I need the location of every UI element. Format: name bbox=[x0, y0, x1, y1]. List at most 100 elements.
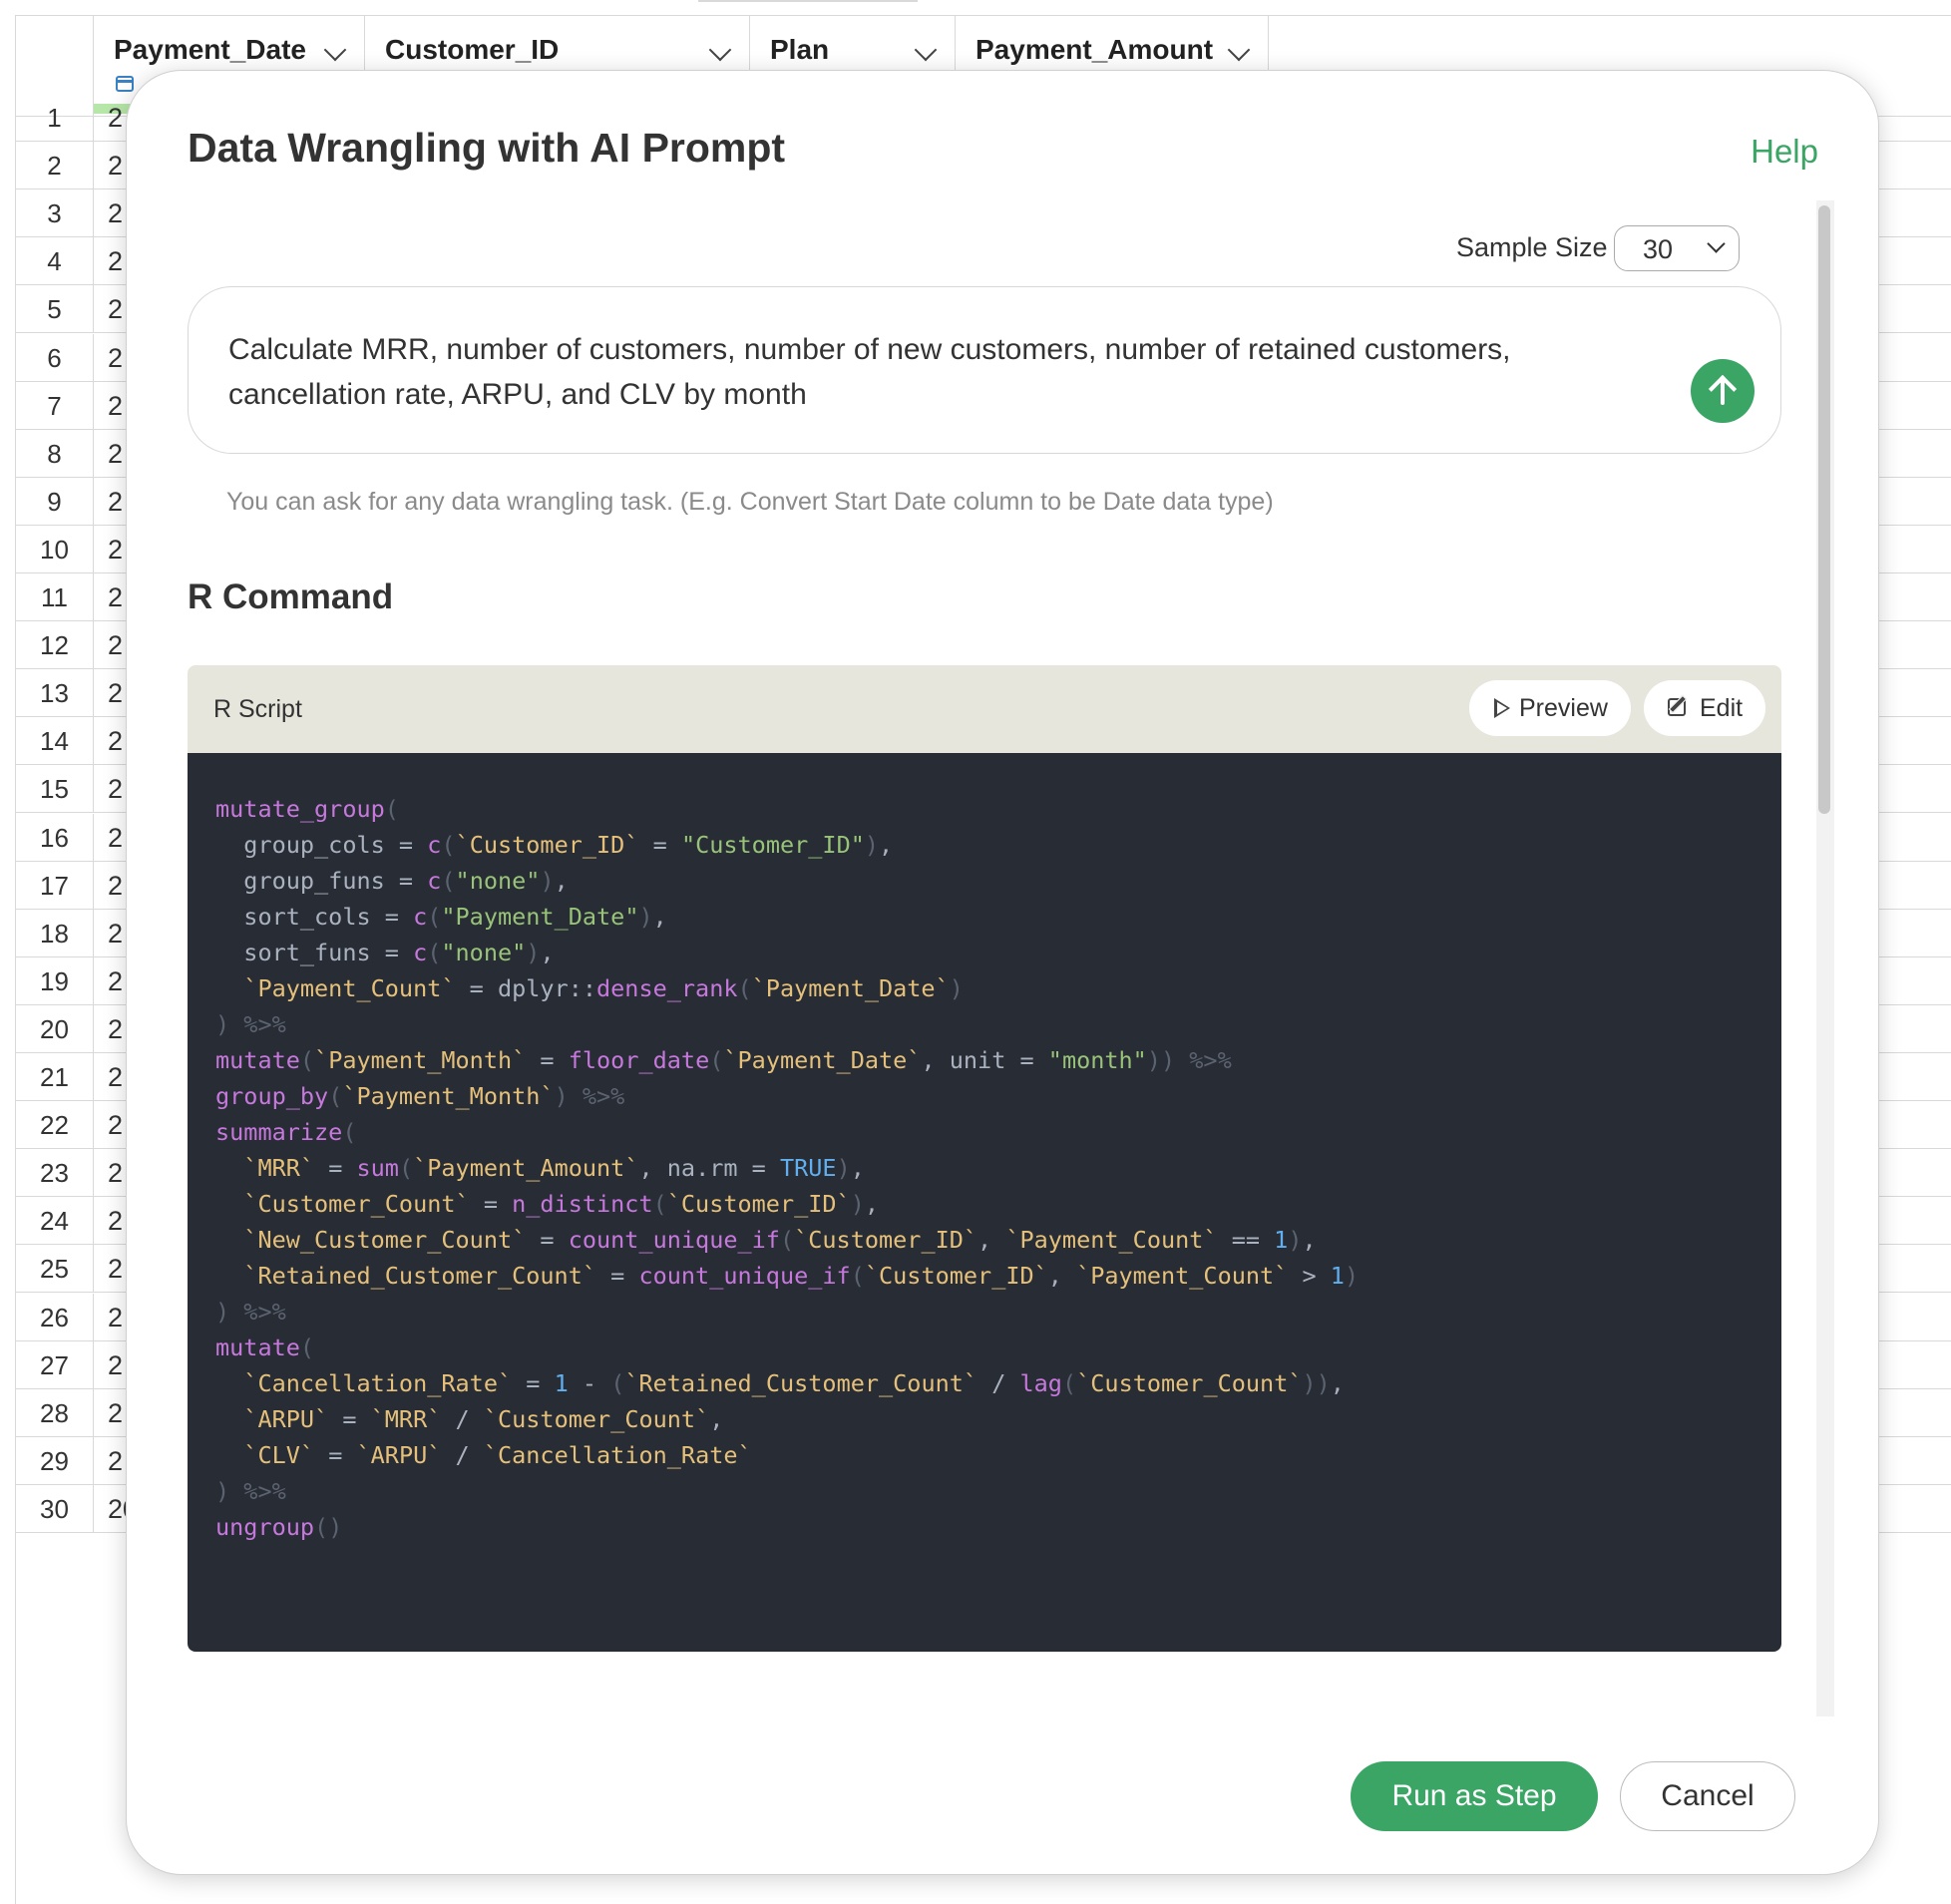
cell-payment-date: 2 bbox=[108, 774, 124, 805]
code-token: , unit = bbox=[921, 1046, 1048, 1074]
code-token: ) %>% bbox=[215, 1010, 286, 1038]
code-token: sort_cols = bbox=[215, 903, 414, 931]
code-token: = bbox=[469, 1190, 513, 1218]
code-token: ( bbox=[850, 1262, 865, 1290]
cell-payment-date: 2 bbox=[108, 870, 124, 901]
code-token: "Payment_Date" bbox=[441, 903, 639, 931]
cancel-button[interactable]: Cancel bbox=[1620, 1761, 1795, 1831]
code-token: ( bbox=[1061, 1369, 1077, 1397]
code-token: = bbox=[526, 1226, 569, 1254]
code-token: = bbox=[512, 1369, 555, 1397]
code-token: c bbox=[413, 903, 428, 931]
send-button[interactable] bbox=[1691, 359, 1755, 423]
run-as-step-button[interactable]: Run as Step bbox=[1351, 1761, 1598, 1831]
cell-payment-date: 2 bbox=[108, 486, 124, 517]
edit-button[interactable]: Edit bbox=[1644, 680, 1765, 736]
code-token: summarize bbox=[215, 1118, 343, 1146]
code-token: , na.rm = bbox=[638, 1154, 780, 1182]
code-token: %>% bbox=[1175, 1046, 1232, 1074]
code-token: - bbox=[568, 1369, 611, 1397]
code-token: group_funs = bbox=[215, 867, 428, 895]
cell-payment-date: 2 bbox=[108, 246, 124, 277]
code-token: ) bbox=[850, 1190, 865, 1218]
row-number: 22 bbox=[16, 1101, 94, 1150]
cell-payment-date: 2 bbox=[108, 965, 124, 996]
code-token: = dplyr:: bbox=[455, 974, 597, 1002]
code-token: )) bbox=[1146, 1046, 1176, 1074]
row-number: 17 bbox=[16, 861, 94, 910]
sample-size-select[interactable]: 30 bbox=[1614, 225, 1740, 271]
r-script-code[interactable]: mutate_group( group_cols = c(`Customer_I… bbox=[215, 791, 1359, 1545]
row-number: 12 bbox=[16, 621, 94, 670]
code-token: `New_Customer_Count` bbox=[243, 1226, 527, 1254]
chevron-down-icon[interactable] bbox=[1227, 38, 1251, 62]
code-token: / bbox=[441, 1405, 484, 1433]
code-token: , bbox=[864, 1190, 880, 1218]
row-number: 3 bbox=[16, 190, 94, 238]
edit-icon bbox=[1668, 698, 1686, 716]
code-token: ( bbox=[299, 1333, 315, 1361]
cell-payment-date: 2 bbox=[108, 1013, 124, 1044]
code-token: `MRR` bbox=[370, 1405, 442, 1433]
prompt-input[interactable]: Calculate MRR, number of customers, numb… bbox=[188, 286, 1781, 454]
column-name: Plan bbox=[770, 34, 830, 65]
code-token: `Payment_Month` bbox=[314, 1046, 527, 1074]
row-number: 1 bbox=[16, 94, 94, 143]
ai-prompt-dialog: Data Wrangling with AI Prompt Help Sampl… bbox=[126, 70, 1879, 1875]
script-header: R Script Preview Edit bbox=[188, 665, 1781, 753]
help-link[interactable]: Help bbox=[1751, 133, 1818, 171]
code-token: `Customer_ID` bbox=[455, 831, 639, 859]
preview-button[interactable]: Preview bbox=[1469, 680, 1631, 736]
cell-payment-date: 2 bbox=[108, 1110, 124, 1141]
column-name: Payment_Date bbox=[114, 34, 306, 65]
row-number: 24 bbox=[16, 1197, 94, 1246]
code-token: ) bbox=[554, 1082, 569, 1110]
code-token: c bbox=[427, 831, 442, 859]
cell-payment-date: 2 bbox=[108, 678, 124, 709]
code-token: ) bbox=[864, 831, 880, 859]
row-number: 30 bbox=[16, 1484, 94, 1533]
code-token: `ARPU` bbox=[356, 1441, 442, 1469]
play-icon bbox=[1494, 698, 1510, 718]
top-tab-indicator bbox=[698, 0, 918, 2]
cell-payment-date: 2 bbox=[108, 342, 124, 373]
code-token: n_distinct bbox=[512, 1190, 653, 1218]
row-number: 21 bbox=[16, 1053, 94, 1102]
chevron-down-icon[interactable] bbox=[914, 38, 938, 62]
code-token: , bbox=[1047, 1262, 1077, 1290]
cell-payment-date: 2 bbox=[108, 103, 124, 133]
cell-payment-date: 2 bbox=[108, 1397, 124, 1428]
row-number: 5 bbox=[16, 285, 94, 334]
cell-payment-date: 2 bbox=[108, 1349, 124, 1380]
code-token: ( bbox=[652, 1190, 667, 1218]
code-token: c bbox=[413, 939, 428, 966]
code-token: ) %>% bbox=[215, 1298, 286, 1326]
code-token: 1 bbox=[554, 1369, 569, 1397]
code-editor[interactable]: mutate_group( group_cols = c(`Customer_I… bbox=[188, 753, 1781, 1652]
code-token: `Retained_Customer_Count` bbox=[624, 1369, 978, 1397]
code-token: ( bbox=[427, 903, 442, 931]
prompt-text[interactable]: Calculate MRR, number of customers, numb… bbox=[228, 327, 1625, 417]
code-token: ( bbox=[328, 1082, 343, 1110]
code-token: , bbox=[879, 831, 894, 859]
scrollbar-thumb[interactable] bbox=[1818, 205, 1830, 814]
code-token: ) bbox=[1288, 1226, 1303, 1254]
preview-label: Preview bbox=[1519, 694, 1608, 722]
code-token: "month" bbox=[1047, 1046, 1147, 1074]
code-token: ) %>% bbox=[215, 1477, 286, 1505]
code-token: group_by bbox=[215, 1082, 329, 1110]
code-token: ) bbox=[1344, 1262, 1360, 1290]
row-number: 16 bbox=[16, 813, 94, 862]
arrow-up-icon-head bbox=[1708, 374, 1738, 404]
code-token: c bbox=[427, 867, 442, 895]
cell-payment-date: 2 bbox=[108, 198, 124, 229]
chevron-down-icon[interactable] bbox=[323, 38, 347, 62]
chevron-down-icon[interactable] bbox=[708, 38, 732, 62]
row-number: 13 bbox=[16, 669, 94, 718]
row-number: 4 bbox=[16, 237, 94, 286]
code-token: , bbox=[1330, 1369, 1345, 1397]
